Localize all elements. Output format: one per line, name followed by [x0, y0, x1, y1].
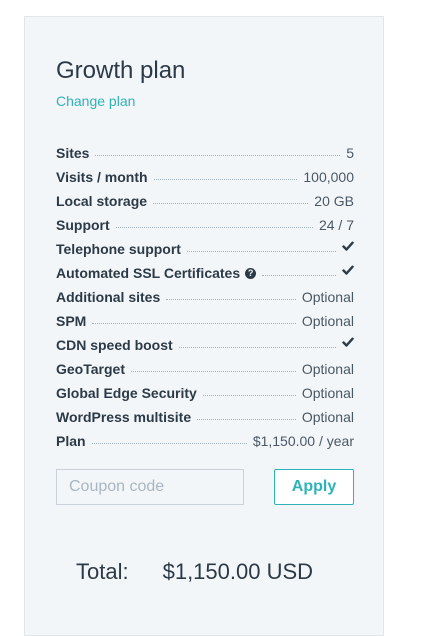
apply-coupon-button[interactable]: Apply: [274, 469, 354, 505]
dotted-leader: [91, 443, 247, 444]
dotted-leader: [130, 371, 296, 372]
feature-label: WordPress multisite: [56, 409, 191, 425]
total-amount: $1,150.00 USD: [162, 559, 314, 584]
feature-label: Additional sites: [56, 289, 160, 305]
feature-row: Local storage 20 GB: [56, 185, 354, 209]
feature-label-text: Additional sites: [56, 289, 161, 305]
feature-label-text: Support: [56, 217, 110, 233]
feature-label: Local storage: [56, 193, 147, 209]
feature-label: Sites: [56, 145, 89, 161]
feature-value: Optional: [301, 385, 354, 401]
feature-label: Plan: [56, 433, 86, 449]
feature-row: Visits / month 100,000: [56, 161, 354, 185]
feature-value: 100,000: [303, 169, 354, 185]
dotted-leader: [153, 179, 298, 180]
feature-value: Optional: [301, 289, 354, 305]
feature-value: Optional: [301, 313, 354, 329]
feature-row: Additional sites Optional: [56, 281, 354, 305]
feature-row: Plan $1,150.00 / year: [56, 425, 354, 449]
feature-row: Global Edge Security Optional: [56, 377, 354, 401]
feature-row: Automated SSL Certificates?: [56, 257, 354, 281]
check-icon: [342, 336, 354, 353]
features-list: Sites 5 Visits / month 100,000 Local storage…: [56, 137, 354, 449]
feature-label: GeoTarget: [56, 361, 125, 377]
feature-row: SPM Optional: [56, 305, 354, 329]
feature-label-text: SPM: [56, 313, 87, 329]
question-circle-icon[interactable]: ?: [245, 267, 257, 279]
change-plan-link[interactable]: Change plan: [56, 93, 135, 109]
coupon-code-input[interactable]: [56, 469, 244, 505]
feature-label-text: Local storage: [56, 193, 148, 209]
feature-row: Telephone support: [56, 233, 354, 257]
feature-label-text: GeoTarget: [56, 361, 125, 377]
feature-label-text: Global Edge Security: [56, 385, 197, 401]
dotted-leader: [115, 227, 313, 228]
feature-value: $1,150.00 / year: [252, 433, 354, 449]
dotted-leader: [92, 323, 296, 324]
feature-label: Automated SSL Certificates?: [56, 265, 257, 281]
feature-value: 5: [346, 145, 354, 161]
dotted-leader: [262, 275, 336, 276]
feature-label-text: Sites: [56, 145, 90, 161]
dotted-leader: [202, 395, 296, 396]
feature-label: Support: [56, 217, 110, 233]
dotted-leader: [197, 419, 296, 420]
plan-title: Growth plan: [56, 57, 186, 84]
feature-row: WordPress multisite Optional: [56, 401, 354, 425]
feature-label: Telephone support: [56, 241, 181, 257]
feature-value: 20 GB: [314, 193, 354, 209]
feature-label-text: CDN speed boost: [56, 337, 173, 353]
feature-label: Visits / month: [56, 169, 148, 185]
feature-row: Sites 5: [56, 137, 354, 161]
order-total: Total: $1,150.00 USD: [76, 559, 313, 585]
feature-label-text: Telephone support: [56, 241, 181, 257]
feature-row: GeoTarget Optional: [56, 353, 354, 377]
plan-summary-card: Growth plan Change plan Sites 5 Visits / m…: [24, 16, 384, 636]
dotted-leader: [178, 347, 336, 348]
feature-value: Optional: [301, 361, 354, 377]
feature-label-text: WordPress multisite: [56, 409, 192, 425]
check-icon: [342, 240, 354, 257]
feature-label: CDN speed boost: [56, 337, 173, 353]
dotted-leader: [186, 251, 336, 252]
feature-label-text: Plan: [56, 433, 86, 449]
feature-row: CDN speed boost: [56, 329, 354, 353]
feature-label-text: Automated SSL Certificates: [56, 265, 241, 281]
dotted-leader: [95, 155, 341, 156]
total-label: Total:: [76, 559, 129, 584]
feature-label: SPM: [56, 313, 86, 329]
feature-label-text: Visits / month: [56, 169, 148, 185]
feature-value: Optional: [301, 409, 354, 425]
feature-value: 24 / 7: [318, 217, 354, 233]
feature-label: Global Edge Security: [56, 385, 197, 401]
check-icon: [342, 264, 354, 281]
dotted-leader: [166, 299, 296, 300]
dotted-leader: [153, 203, 309, 204]
feature-row: Support 24 / 7: [56, 209, 354, 233]
